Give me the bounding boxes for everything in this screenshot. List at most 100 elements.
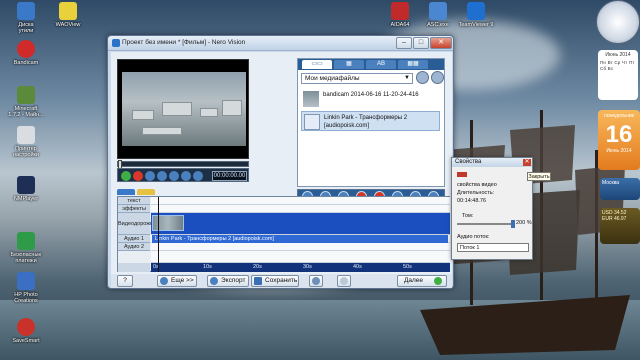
rewind-icon[interactable]: [169, 171, 179, 181]
record-icon: [17, 40, 35, 58]
more-label: Еще >>: [171, 277, 194, 284]
close-button[interactable]: ✕: [430, 37, 452, 49]
preview-seek-bar[interactable]: [117, 160, 249, 169]
ruler-mark: 40s: [353, 264, 362, 270]
video-track-lane[interactable]: [151, 213, 450, 235]
bottom-button-bar: ? Еще >> Экспорт Сохранить Далее: [111, 274, 452, 288]
tab-timeline[interactable]: [117, 189, 135, 195]
undo-button[interactable]: [309, 275, 323, 287]
back-button[interactable]: [337, 275, 351, 287]
currency-eur: EUR 46.97: [602, 216, 627, 222]
disk-icon: [17, 2, 35, 20]
media-source-dropdown[interactable]: Мои медиафайлы ▼: [301, 73, 413, 84]
properties-close-button[interactable]: ✕: [523, 159, 531, 166]
ruler-mark: 20s: [253, 264, 262, 270]
weather-gadget[interactable]: Москва: [600, 178, 640, 200]
date-month: Июнь 2014: [606, 148, 632, 154]
next-label: Далее: [404, 277, 424, 284]
properties-type: свойства видео: [457, 182, 497, 188]
save-button[interactable]: Сохранить: [251, 275, 299, 287]
help-button[interactable]: ?: [117, 275, 133, 287]
preview-frame: [122, 72, 246, 146]
effects-track-lane[interactable]: [151, 205, 450, 213]
video-clip[interactable]: [152, 215, 184, 231]
photo-icon: [17, 272, 35, 290]
minimize-button[interactable]: –: [396, 37, 412, 49]
tab-text[interactable]: AB: [366, 60, 396, 69]
maximize-button[interactable]: □: [413, 37, 429, 49]
fast-forward-icon[interactable]: [181, 171, 191, 181]
calendar-gadget[interactable]: Июнь 2014 Пн Вт Ср Чт Пт Сб Вс: [598, 50, 638, 100]
timecode-display: 00:00:00.00: [212, 171, 247, 181]
dropdown-value: Мои медиафайлы: [305, 75, 360, 82]
tab-transitions[interactable]: ▦▦: [398, 60, 428, 69]
desktop-icon-hp-photo[interactable]: HP Photo Creations: [2, 272, 50, 305]
timeline-playhead[interactable]: [158, 197, 159, 272]
stop-icon[interactable]: [133, 171, 143, 181]
audio-clip[interactable]: Linkin Park - Трансформеры 2 [audiopoisk…: [152, 235, 448, 243]
tab-effects[interactable]: ▦: [334, 60, 364, 69]
media-library-panel: ▭▭ ▦ AB ▦▦ Мои медиафайлы ▼ bandicam 201…: [297, 58, 445, 187]
duration-label: Длительность:: [457, 190, 495, 196]
track-header-text: текст: [118, 197, 150, 205]
library-item-subtitle: [audiopoisk.com]: [324, 123, 370, 129]
timeline-zoom-tools[interactable]: [118, 263, 150, 272]
volume-label: Том:: [462, 213, 474, 219]
desktop-icon-teamviewer[interactable]: TeamViewer 9: [452, 2, 500, 28]
window-title: Проект без имени * [Фильм] - Nero Vision: [122, 39, 246, 46]
next-frame-icon[interactable]: [157, 171, 167, 181]
close-tooltip: Закрыть: [527, 172, 551, 181]
desktop-icon-savesmart[interactable]: SaveSmart: [2, 318, 50, 344]
import-icon[interactable]: [416, 71, 429, 84]
timeline-ruler[interactable]: 0s 10s 20s 30s 40s 50s: [151, 263, 450, 272]
tab-media[interactable]: ▭▭: [302, 60, 332, 69]
text-track-lane[interactable]: [151, 197, 450, 205]
track-header-audio1: Аудио 1: [118, 235, 150, 243]
desktop-icon-safe-payments[interactable]: Безопасные платежи: [2, 232, 50, 265]
volume-slider[interactable]: [457, 220, 515, 228]
play-icon[interactable]: [121, 171, 131, 181]
audio-stream-value: Поток 1: [460, 245, 480, 251]
video-preview: [117, 59, 249, 159]
desktop-icon-disk-utils[interactable]: Диска утили: [2, 2, 50, 35]
teamviewer-icon: [467, 2, 485, 20]
audio1-track-lane[interactable]: Linkin Park - Трансформеры 2 [audiopoisk…: [151, 235, 450, 243]
clock-gadget[interactable]: [596, 0, 640, 44]
volume-value: 200 %: [516, 220, 532, 226]
date-gadget[interactable]: понедельник 16 Июнь 2014: [598, 110, 640, 170]
record-media-icon[interactable]: [431, 71, 444, 84]
pin-icon[interactable]: [457, 172, 467, 177]
desktop-icon-waoview[interactable]: WAOView: [44, 2, 92, 28]
audio2-track-lane[interactable]: [151, 243, 450, 251]
library-item[interactable]: bandicam 2014-06-16 11-20-24-416: [301, 89, 440, 109]
audio-stream-select[interactable]: Поток 1: [457, 243, 529, 252]
savesmart-icon: [17, 318, 35, 336]
save-label: Сохранить: [265, 277, 298, 284]
more-button[interactable]: Еще >>: [157, 275, 197, 287]
properties-panel: Свойства ✕ свойства видео Длительность: …: [451, 157, 533, 260]
desktop-icon-printer[interactable]: Принтер настройки: [2, 126, 50, 159]
desktop-icon-bandicam[interactable]: Bandicam: [2, 40, 50, 66]
currency-gadget[interactable]: USD 34.52 EUR 46.97: [600, 208, 640, 244]
back-arrow-icon: [340, 277, 348, 285]
export-button[interactable]: Экспорт: [207, 275, 249, 287]
track-header-audio2: Аудио 2: [118, 243, 150, 251]
transport-controls: 00:00:00.00: [117, 168, 249, 182]
export-label: Экспорт: [221, 277, 246, 284]
prev-frame-icon[interactable]: [145, 171, 155, 181]
library-item-text: Linkin Park - Трансформеры 2 [audiopoisk…: [324, 114, 440, 130]
duration-value: 00:14:48.76: [457, 198, 487, 204]
desktop-icon-minecraft[interactable]: Minecraft 1.7.2 - Майн...: [2, 86, 50, 119]
save-icon: [254, 277, 262, 285]
tab-storyboard[interactable]: [137, 189, 155, 195]
next-button[interactable]: Далее: [397, 275, 447, 287]
library-item-title: Linkin Park - Трансформеры 2: [324, 115, 408, 121]
library-item[interactable]: Linkin Park - Трансформеры 2 [audiopoisk…: [301, 111, 440, 131]
volume-slider-handle[interactable]: [511, 220, 515, 228]
snapshot-icon[interactable]: [193, 171, 203, 181]
help-label: ?: [123, 277, 127, 284]
calendar-days: Пн Вт Ср Чт Пт Сб Вс: [600, 60, 635, 71]
ruler-mark: 50s: [403, 264, 412, 270]
window-titlebar[interactable]: Проект без имени * [Фильм] - Nero Vision…: [108, 36, 453, 51]
desktop-icon-nmplayer[interactable]: NMPlayer: [2, 176, 50, 202]
